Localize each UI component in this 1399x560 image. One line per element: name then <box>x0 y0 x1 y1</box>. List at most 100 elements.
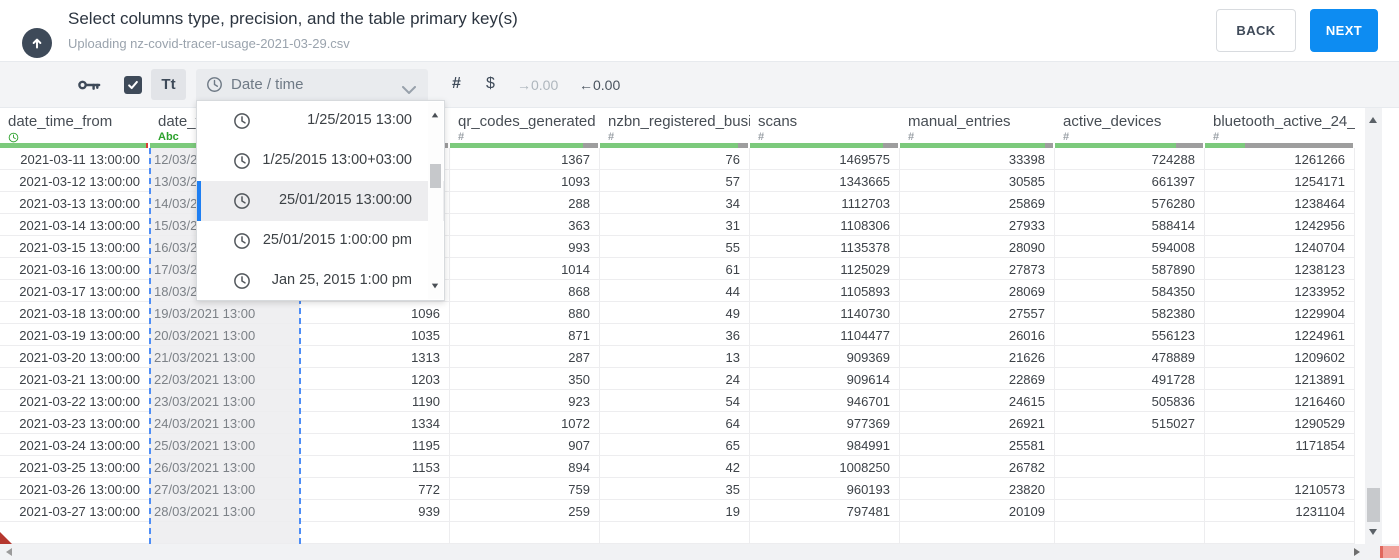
table-cell[interactable]: 1072 <box>450 412 600 434</box>
table-cell[interactable]: 20/03/2021 13:00 <box>150 324 300 346</box>
table-cell[interactable]: 2021-03-11 13:00:00 <box>0 148 150 170</box>
table-cell[interactable]: 984991 <box>750 434 900 456</box>
table-cell[interactable]: 35 <box>600 478 750 500</box>
text-format-button[interactable]: Tt <box>151 69 186 100</box>
table-cell[interactable]: 25581 <box>900 434 1055 456</box>
table-cell[interactable]: 759 <box>450 478 600 500</box>
table-cell[interactable]: 44 <box>600 280 750 302</box>
table-cell[interactable] <box>1055 456 1205 478</box>
table-cell[interactable]: 27/03/2021 13:00 <box>150 478 300 500</box>
table-cell[interactable]: 76 <box>600 148 750 170</box>
table-cell[interactable]: 1014 <box>450 258 600 280</box>
table-cell[interactable]: 27557 <box>900 302 1055 324</box>
column-header-active_devices[interactable]: active_devices # <box>1055 108 1205 148</box>
table-cell[interactable]: 26/03/2021 13:00 <box>150 456 300 478</box>
table-cell[interactable]: 61 <box>600 258 750 280</box>
table-cell[interactable] <box>300 522 450 544</box>
table-cell[interactable]: 28090 <box>900 236 1055 258</box>
table-cell[interactable]: 1334 <box>300 412 450 434</box>
table-cell[interactable]: 54 <box>600 390 750 412</box>
table-cell[interactable] <box>0 522 150 544</box>
table-cell[interactable]: 1343665 <box>750 170 900 192</box>
table-cell[interactable]: 65 <box>600 434 750 456</box>
table-cell[interactable]: 22869 <box>900 368 1055 390</box>
table-cell[interactable]: 2021-03-27 13:00:00 <box>0 500 150 522</box>
table-cell[interactable]: 1125029 <box>750 258 900 280</box>
table-cell[interactable]: 19 <box>600 500 750 522</box>
table-cell[interactable]: 1213891 <box>1205 368 1355 390</box>
table-cell[interactable]: 2021-03-22 13:00:00 <box>0 390 150 412</box>
table-cell[interactable]: 1238123 <box>1205 258 1355 280</box>
table-cell[interactable] <box>1055 500 1205 522</box>
table-cell[interactable]: 661397 <box>1055 170 1205 192</box>
table-cell[interactable]: 1140730 <box>750 302 900 324</box>
table-cell[interactable]: 33398 <box>900 148 1055 170</box>
column-header-bluetooth_active_24_hr_[interactable]: bluetooth_active_24_hr_# <box>1205 108 1355 148</box>
scroll-up-button[interactable] <box>1369 117 1377 123</box>
table-cell[interactable]: 556123 <box>1055 324 1205 346</box>
table-cell[interactable]: 1105893 <box>750 280 900 302</box>
table-cell[interactable]: 868 <box>450 280 600 302</box>
table-cell[interactable]: 28/03/2021 13:00 <box>150 500 300 522</box>
currency-format-button[interactable]: $ <box>486 75 495 93</box>
table-cell[interactable] <box>900 522 1055 544</box>
table-cell[interactable]: 797481 <box>750 500 900 522</box>
column-header-scans[interactable]: scans # <box>750 108 900 148</box>
dropdown-item[interactable]: 1/25/2015 13:00+03:00 <box>197 141 444 181</box>
table-cell[interactable]: 1313 <box>300 346 450 368</box>
table-cell[interactable]: 939 <box>300 500 450 522</box>
table-cell[interactable]: 42 <box>600 456 750 478</box>
table-cell[interactable]: 1229904 <box>1205 302 1355 324</box>
column-header-manual_entries[interactable]: manual_entries # <box>900 108 1055 148</box>
table-cell[interactable]: 1108306 <box>750 214 900 236</box>
table-cell[interactable]: 1240704 <box>1205 236 1355 258</box>
table-cell[interactable]: 55 <box>600 236 750 258</box>
table-cell[interactable]: 1093 <box>450 170 600 192</box>
table-cell[interactable]: 478889 <box>1055 346 1205 368</box>
table-cell[interactable]: 880 <box>450 302 600 324</box>
table-cell[interactable] <box>1055 478 1205 500</box>
table-cell[interactable]: 26016 <box>900 324 1055 346</box>
table-cell[interactable]: 350 <box>450 368 600 390</box>
table-cell[interactable]: 1210573 <box>1205 478 1355 500</box>
table-cell[interactable]: 1035 <box>300 324 450 346</box>
table-cell[interactable]: 21/03/2021 13:00 <box>150 346 300 368</box>
dropdown-scroll-down-button[interactable] <box>431 283 439 289</box>
vertical-scrollbar[interactable] <box>1365 108 1382 544</box>
table-cell[interactable]: 363 <box>450 214 600 236</box>
table-cell[interactable]: 946701 <box>750 390 900 412</box>
table-cell[interactable]: 894 <box>450 456 600 478</box>
table-cell[interactable]: 2021-03-20 13:00:00 <box>0 346 150 368</box>
table-cell[interactable] <box>450 522 600 544</box>
table-cell[interactable]: 34 <box>600 192 750 214</box>
table-cell[interactable]: 1135378 <box>750 236 900 258</box>
table-cell[interactable]: 23820 <box>900 478 1055 500</box>
decrease-decimal-button[interactable]: →0.00 <box>517 77 558 93</box>
table-cell[interactable]: 772 <box>300 478 450 500</box>
table-cell[interactable]: 584350 <box>1055 280 1205 302</box>
table-cell[interactable]: 27873 <box>900 258 1055 280</box>
table-cell[interactable]: 582380 <box>1055 302 1205 324</box>
table-cell[interactable]: 30585 <box>900 170 1055 192</box>
table-cell[interactable]: 1290529 <box>1205 412 1355 434</box>
table-cell[interactable]: 1195 <box>300 434 450 456</box>
table-cell[interactable]: 2021-03-13 13:00:00 <box>0 192 150 214</box>
table-cell[interactable]: 588414 <box>1055 214 1205 236</box>
table-cell[interactable]: 1238464 <box>1205 192 1355 214</box>
dropdown-item[interactable]: Jan 25, 2015 1:00 pm <box>197 261 444 301</box>
table-cell[interactable]: 24615 <box>900 390 1055 412</box>
type-select[interactable]: Date / time <box>196 69 428 100</box>
table-cell[interactable]: 1153 <box>300 456 450 478</box>
table-cell[interactable]: 1254171 <box>1205 170 1355 192</box>
table-cell[interactable]: 594008 <box>1055 236 1205 258</box>
table-cell[interactable] <box>1205 522 1355 544</box>
dropdown-item[interactable]: 25/01/2015 13:00:00 <box>197 181 444 221</box>
table-cell[interactable]: 907 <box>450 434 600 456</box>
table-cell[interactable]: 287 <box>450 346 600 368</box>
table-cell[interactable]: 21626 <box>900 346 1055 368</box>
column-header-date_time_from[interactable]: date_time_from <box>0 108 150 148</box>
table-cell[interactable]: 22/03/2021 13:00 <box>150 368 300 390</box>
table-cell[interactable]: 909614 <box>750 368 900 390</box>
table-cell[interactable]: 1008250 <box>750 456 900 478</box>
vertical-scroll-thumb[interactable] <box>1367 488 1380 522</box>
